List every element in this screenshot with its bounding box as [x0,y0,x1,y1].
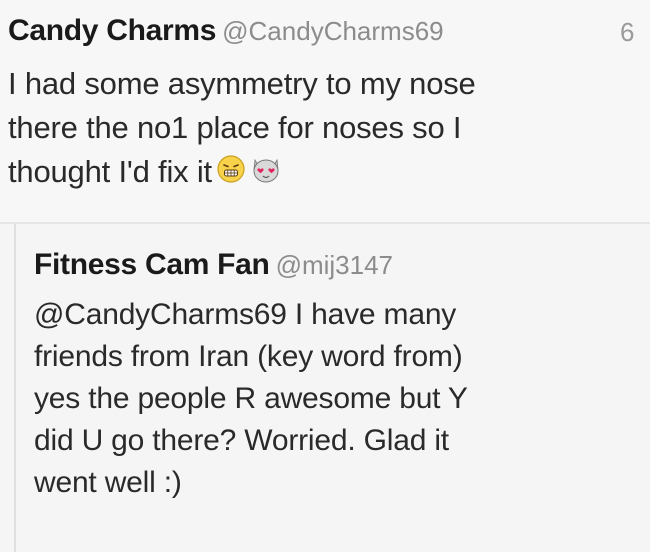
tweet-text-line: there the no1 place for noses so I [8,110,462,145]
grimacing-face-emoji-icon [216,152,246,196]
reply-text-line: @CandyCharms69 I have many [34,298,457,331]
reply-text-line: friends from Iran (key word from) [34,340,463,373]
reply-text: @CandyCharms69 I have many friends from … [34,294,624,504]
tweet-timestamp[interactable]: 6 [620,17,646,48]
reply-text-line: yes the people R awesome but Y [34,382,468,415]
tweet-text-line: I had some asymmetry to my nose [8,66,476,101]
tweet-text-line: thought I'd fix it [8,150,608,196]
reply-text-line: went well :) [34,466,182,499]
tweet-text-line-content: thought I'd fix it [8,154,212,189]
reply-handle[interactable]: @mij3147 [276,250,393,280]
reply-display-name[interactable]: Fitness Cam Fan [34,248,270,281]
heart-eyes-cat-emoji-icon [250,152,282,196]
tweet-text: I had some asymmetry to my nose there th… [8,62,608,196]
tweet-header: Candy Charms @CandyCharms69 [8,14,444,48]
reply-thread-line [14,224,16,552]
tweet-handle[interactable]: @CandyCharms69 [222,16,443,46]
tweet-display-name[interactable]: Candy Charms [8,14,216,47]
reply-header: Fitness Cam Fan @mij3147 [34,248,393,282]
reply-text-line: did U go there? Worried. Glad it [34,424,449,457]
